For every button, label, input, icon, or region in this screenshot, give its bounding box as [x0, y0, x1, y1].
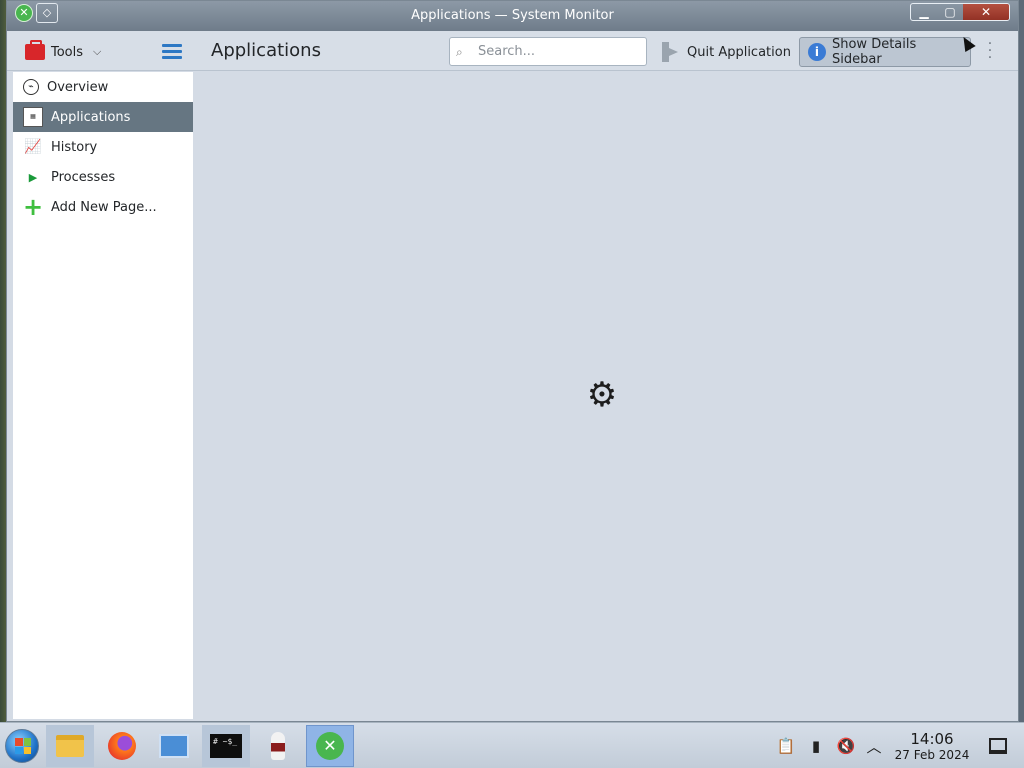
page-title: Applications: [211, 40, 321, 61]
sidebar-item-add-new-page[interactable]: + Add New Page...: [13, 192, 193, 222]
plus-icon: +: [22, 193, 44, 221]
sidebar-item-history[interactable]: 📈 History: [13, 132, 193, 162]
battery-icon[interactable]: ▮: [804, 735, 828, 757]
sidebar-item-label: History: [51, 139, 98, 155]
gauge-icon: ⌁: [23, 79, 39, 95]
taskbar-terminal[interactable]: # ~$_: [202, 725, 250, 767]
clock-date: 27 Feb 2024: [894, 748, 970, 762]
system-monitor-icon: ✕: [316, 732, 344, 760]
start-menu-button[interactable]: [5, 729, 39, 763]
exit-icon: [660, 42, 682, 62]
search-icon: ⌕: [456, 44, 463, 59]
sidebar-item-label: Processes: [51, 169, 116, 185]
sidebar-item-processes[interactable]: ▶ Processes: [13, 162, 193, 192]
chevron-up-icon[interactable]: ︿: [862, 735, 886, 757]
system-monitor-window: ✕ ◇ Applications — System Monitor ▁ ▢ ✕ …: [6, 0, 1019, 722]
window-controls: ▁ ▢ ✕: [910, 3, 1010, 21]
more-options-icon[interactable]: · · ·: [987, 37, 993, 65]
window-title: Applications — System Monitor: [411, 8, 614, 23]
taskbar-firefox[interactable]: [98, 725, 146, 767]
windows-logo-icon: [15, 738, 31, 754]
applications-content: ⚙: [193, 72, 1018, 719]
taskbar-system-monitor[interactable]: ✕: [306, 725, 354, 767]
chevron-down-icon: ⌵: [93, 45, 102, 58]
taskbar-wine[interactable]: [254, 725, 302, 767]
title-bar[interactable]: ✕ ◇ Applications — System Monitor ▁ ▢ ✕: [7, 1, 1018, 31]
toolbox-icon: [25, 40, 45, 60]
wine-glass-icon: [271, 732, 285, 760]
terminal-icon: # ~$_: [210, 734, 242, 758]
search-input[interactable]: [476, 43, 636, 60]
sidebar-item-label: Overview: [47, 79, 109, 95]
details-label: Show Details Sidebar: [831, 37, 917, 67]
sidebar-item-overview[interactable]: ⌁ Overview: [13, 72, 193, 102]
taskbar-network[interactable]: [150, 725, 198, 767]
show-desktop-button[interactable]: [989, 738, 1007, 754]
chart-line-icon: 📈: [24, 139, 42, 155]
quit-label: Quit Application: [687, 44, 791, 60]
clock[interactable]: 14:06 27 Feb 2024: [884, 730, 980, 763]
sidebar: ⌁ Overview ▦ Applications 📈 History ▶ Pr…: [13, 72, 193, 719]
tools-menu-button[interactable]: Tools ⌵: [25, 40, 102, 63]
gear-busy-icon: ⚙: [586, 375, 618, 415]
sidebar-item-applications[interactable]: ▦ Applications: [13, 102, 193, 132]
minimize-button[interactable]: ▁: [911, 4, 937, 20]
show-details-sidebar-button[interactable]: i Show Details Sidebar: [799, 37, 971, 67]
taskbar-file-manager[interactable]: [46, 725, 94, 767]
sidebar-item-label: Applications: [51, 109, 131, 125]
clock-time: 14:06: [910, 730, 954, 748]
clipboard-icon[interactable]: 📋: [774, 735, 798, 757]
search-field[interactable]: ⌕: [449, 37, 647, 66]
network-icon: [159, 734, 189, 758]
hamburger-menu-icon[interactable]: [162, 44, 182, 60]
volume-muted-icon[interactable]: 🔇: [834, 735, 858, 757]
process-icon: ▶: [28, 170, 38, 184]
sidebar-item-label: Add New Page...: [51, 199, 157, 215]
taskbar: # ~$_ ✕ 📋 ▮ 🔇 ︿ 14:06 27 Feb 2024: [0, 722, 1024, 768]
firefox-icon: [108, 732, 136, 760]
applications-grid-icon: ▦: [23, 107, 43, 127]
page-header: Tools ⌵ Applications ⌕ Quit Application …: [7, 31, 1018, 71]
folder-icon: [56, 735, 84, 757]
close-button[interactable]: ✕: [963, 4, 1009, 20]
tools-label: Tools: [51, 44, 84, 60]
maximize-button[interactable]: ▢: [937, 4, 963, 20]
info-icon: i: [808, 43, 826, 61]
quit-application-button[interactable]: Quit Application: [660, 41, 791, 63]
